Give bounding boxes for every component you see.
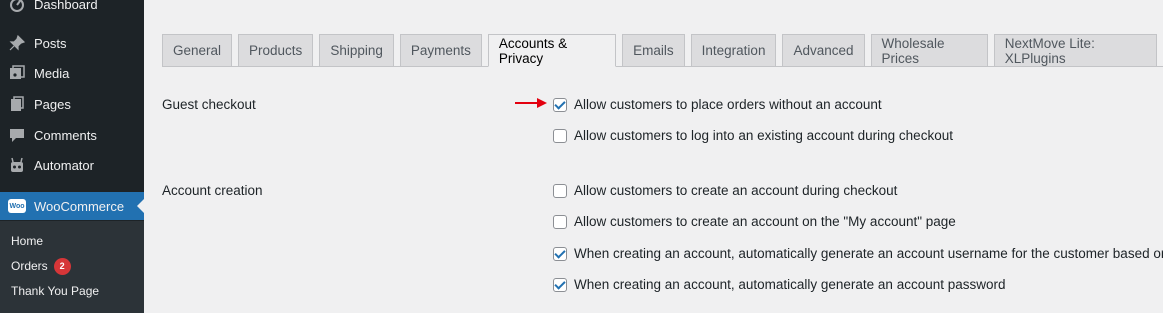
orders-count-badge: 2 [53,257,71,275]
menu-label: Pages [34,96,71,112]
tab-payments[interactable]: Payments [399,34,482,66]
admin-sidebar: Dashboard Posts Media Pages Comments Aut… [0,0,144,313]
checkbox-guest-checkout[interactable] [553,97,567,112]
menu-label: Comments [34,127,97,143]
pin-icon [8,34,26,52]
media-icon [8,64,26,82]
option-label: Allow customers to create an account dur… [574,183,898,198]
woo-icon: Woo [8,197,26,215]
tab-accounts-privacy[interactable]: Accounts & Privacy [487,34,617,67]
menu-item-woocommerce[interactable]: Woo WooCommerce [0,192,144,220]
submenu-label: Orders [11,259,48,273]
option-generate-password[interactable]: When creating an account, automatically … [553,277,1006,292]
tab-general[interactable]: General [162,34,233,66]
account-creation-label: Account creation [162,183,263,198]
menu-item-pages[interactable]: Pages [0,90,144,118]
option-label: When creating an account, automatically … [574,277,1006,292]
checkbox-generate-username[interactable] [553,246,567,261]
tab-integration[interactable]: Integration [690,34,777,66]
red-arrow-annotation [515,98,547,108]
tab-products[interactable]: Products [238,34,314,66]
menu-label: WooCommerce [34,198,125,214]
menu-label: Media [34,65,70,81]
option-generate-username[interactable]: When creating an account, automatically … [553,246,1163,261]
menu-item-automator[interactable]: Automator [0,151,144,179]
option-label: When creating an account, automatically … [574,246,1163,261]
woocommerce-submenu: Home Orders 2 Thank You Page [0,221,144,313]
submenu-item-home[interactable]: Home [11,232,43,250]
comments-icon [8,126,26,144]
checkbox-create-account-my-account[interactable] [553,214,567,229]
tab-advanced[interactable]: Advanced [782,34,865,66]
checkbox-login-during-checkout[interactable] [553,128,567,143]
tab-shipping[interactable]: Shipping [319,34,394,66]
menu-item-comments[interactable]: Comments [0,121,144,149]
submenu-label: Home [11,234,44,248]
option-create-account-checkout[interactable]: Allow customers to create an account dur… [553,183,897,198]
option-label: Allow customers to place orders without … [574,97,882,112]
option-guest-checkout[interactable]: Allow customers to place orders without … [553,97,882,112]
menu-label: Dashboard [34,0,98,12]
option-login-during-checkout[interactable]: Allow customers to log into an existing … [553,128,953,143]
tab-emails[interactable]: Emails [622,34,685,66]
submenu-item-thank-you-page[interactable]: Thank You Page [11,282,99,300]
tab-wholesale-prices[interactable]: Wholesale Prices [870,34,988,66]
checkbox-create-account-checkout[interactable] [553,183,567,198]
settings-tabs: General Products Shipping Payments Accou… [162,34,1163,67]
option-label: Allow customers to create an account on … [574,214,956,229]
menu-item-posts[interactable]: Posts [0,29,144,57]
submenu-label: Thank You Page [11,284,100,298]
robot-icon [8,156,26,174]
option-label: Allow customers to log into an existing … [574,128,953,143]
menu-label: Posts [34,35,67,51]
menu-item-dashboard[interactable]: Dashboard [0,0,144,18]
guest-checkout-label: Guest checkout [162,97,256,112]
submenu-item-orders[interactable]: Orders 2 [11,257,71,275]
checkbox-generate-password[interactable] [553,277,567,292]
tab-nextmove-lite[interactable]: NextMove Lite: XLPlugins [993,34,1157,66]
option-create-account-my-account[interactable]: Allow customers to create an account on … [553,214,956,229]
pages-icon [8,95,26,113]
menu-item-media[interactable]: Media [0,59,144,87]
dashboard-icon [8,0,26,13]
woo-logo: Woo [8,199,26,213]
menu-label: Automator [34,157,94,173]
tab-divider [162,66,1163,67]
